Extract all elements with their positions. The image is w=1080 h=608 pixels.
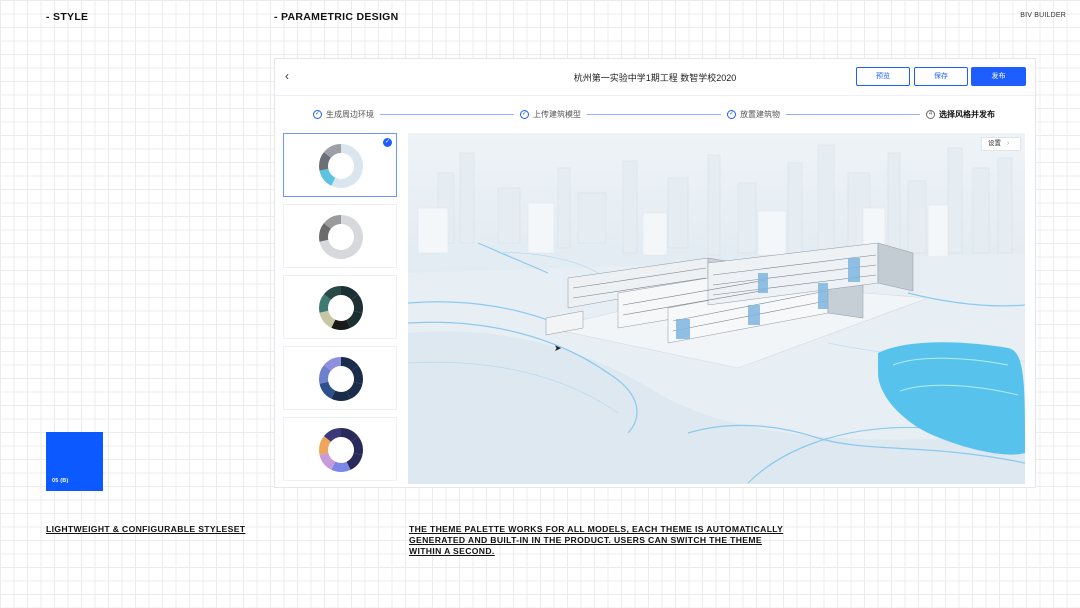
caption-title: LIGHTWEIGHT & CONFIGURABLE STYLESET (46, 524, 246, 534)
slide-badge: 05 (B) (46, 432, 103, 491)
brand-label: BIV BUILDER (1020, 12, 1066, 19)
settings-label: 设置 (988, 140, 1001, 147)
step-connector (587, 113, 721, 115)
chevron-left-icon[interactable]: ‹ (285, 69, 289, 83)
theme-card[interactable] (283, 417, 397, 481)
donut-palette-icon (319, 215, 363, 259)
app-toolbar: ‹ 杭州第一实验中学1期工程 数智学校2020 预览 保存 发布 (275, 59, 1035, 96)
caption-description: THE THEME PALETTE WORKS FOR ALL MODELS, … (409, 524, 784, 556)
badge-label: 05 (B) (52, 478, 69, 484)
check-circle-icon: ✓ (313, 109, 322, 119)
app-window: ‹ 杭州第一实验中学1期工程 数智学校2020 预览 保存 发布 ✓ 生成周边环境… (274, 58, 1036, 488)
save-button[interactable]: 保存 (914, 67, 968, 86)
section-label-parametric: - PARAMETRIC DESIGN (274, 11, 399, 23)
chevron-right-icon: › (1007, 140, 1010, 147)
section-label-style: - STYLE (46, 11, 89, 23)
step-label: 放置建筑物 (740, 109, 780, 119)
theme-card[interactable]: ✓ (283, 133, 397, 197)
theme-list: ✓ (283, 133, 397, 488)
step-label: 上传建筑模型 (533, 109, 581, 119)
step-label: 选择风格并发布 (939, 109, 995, 119)
step-4[interactable]: 4 选择风格并发布 (926, 109, 995, 120)
theme-card[interactable] (283, 204, 397, 268)
step-progress: ✓ 生成周边环境 ✓ 上传建筑模型 ✓ 放置建筑物 4 选择风格并发布 (313, 107, 995, 121)
donut-palette-icon (319, 428, 363, 472)
theme-card[interactable] (283, 346, 397, 410)
check-circle-icon: ✓ (520, 109, 529, 119)
check-icon: ✓ (383, 138, 392, 147)
step-connector (380, 113, 514, 115)
donut-palette-icon (319, 144, 363, 188)
campus-3d-render (408, 144, 1025, 484)
cursor-arrow-icon: ➤ (554, 343, 562, 353)
step-3[interactable]: ✓ 放置建筑物 (727, 109, 780, 120)
step-number-icon: 4 (926, 109, 935, 119)
step-connector (786, 113, 920, 115)
step-2[interactable]: ✓ 上传建筑模型 (520, 109, 581, 120)
theme-card[interactable] (283, 275, 397, 339)
step-label: 生成周边环境 (326, 109, 374, 119)
check-circle-icon: ✓ (727, 109, 736, 119)
3d-viewport[interactable]: 设置 › ➤ (408, 133, 1025, 484)
donut-palette-icon (319, 357, 363, 401)
preview-button[interactable]: 预览 (856, 67, 910, 86)
settings-button[interactable]: 设置 › (981, 137, 1021, 151)
step-1[interactable]: ✓ 生成周边环境 (313, 109, 374, 120)
donut-palette-icon (319, 286, 363, 330)
publish-button[interactable]: 发布 (971, 67, 1026, 86)
